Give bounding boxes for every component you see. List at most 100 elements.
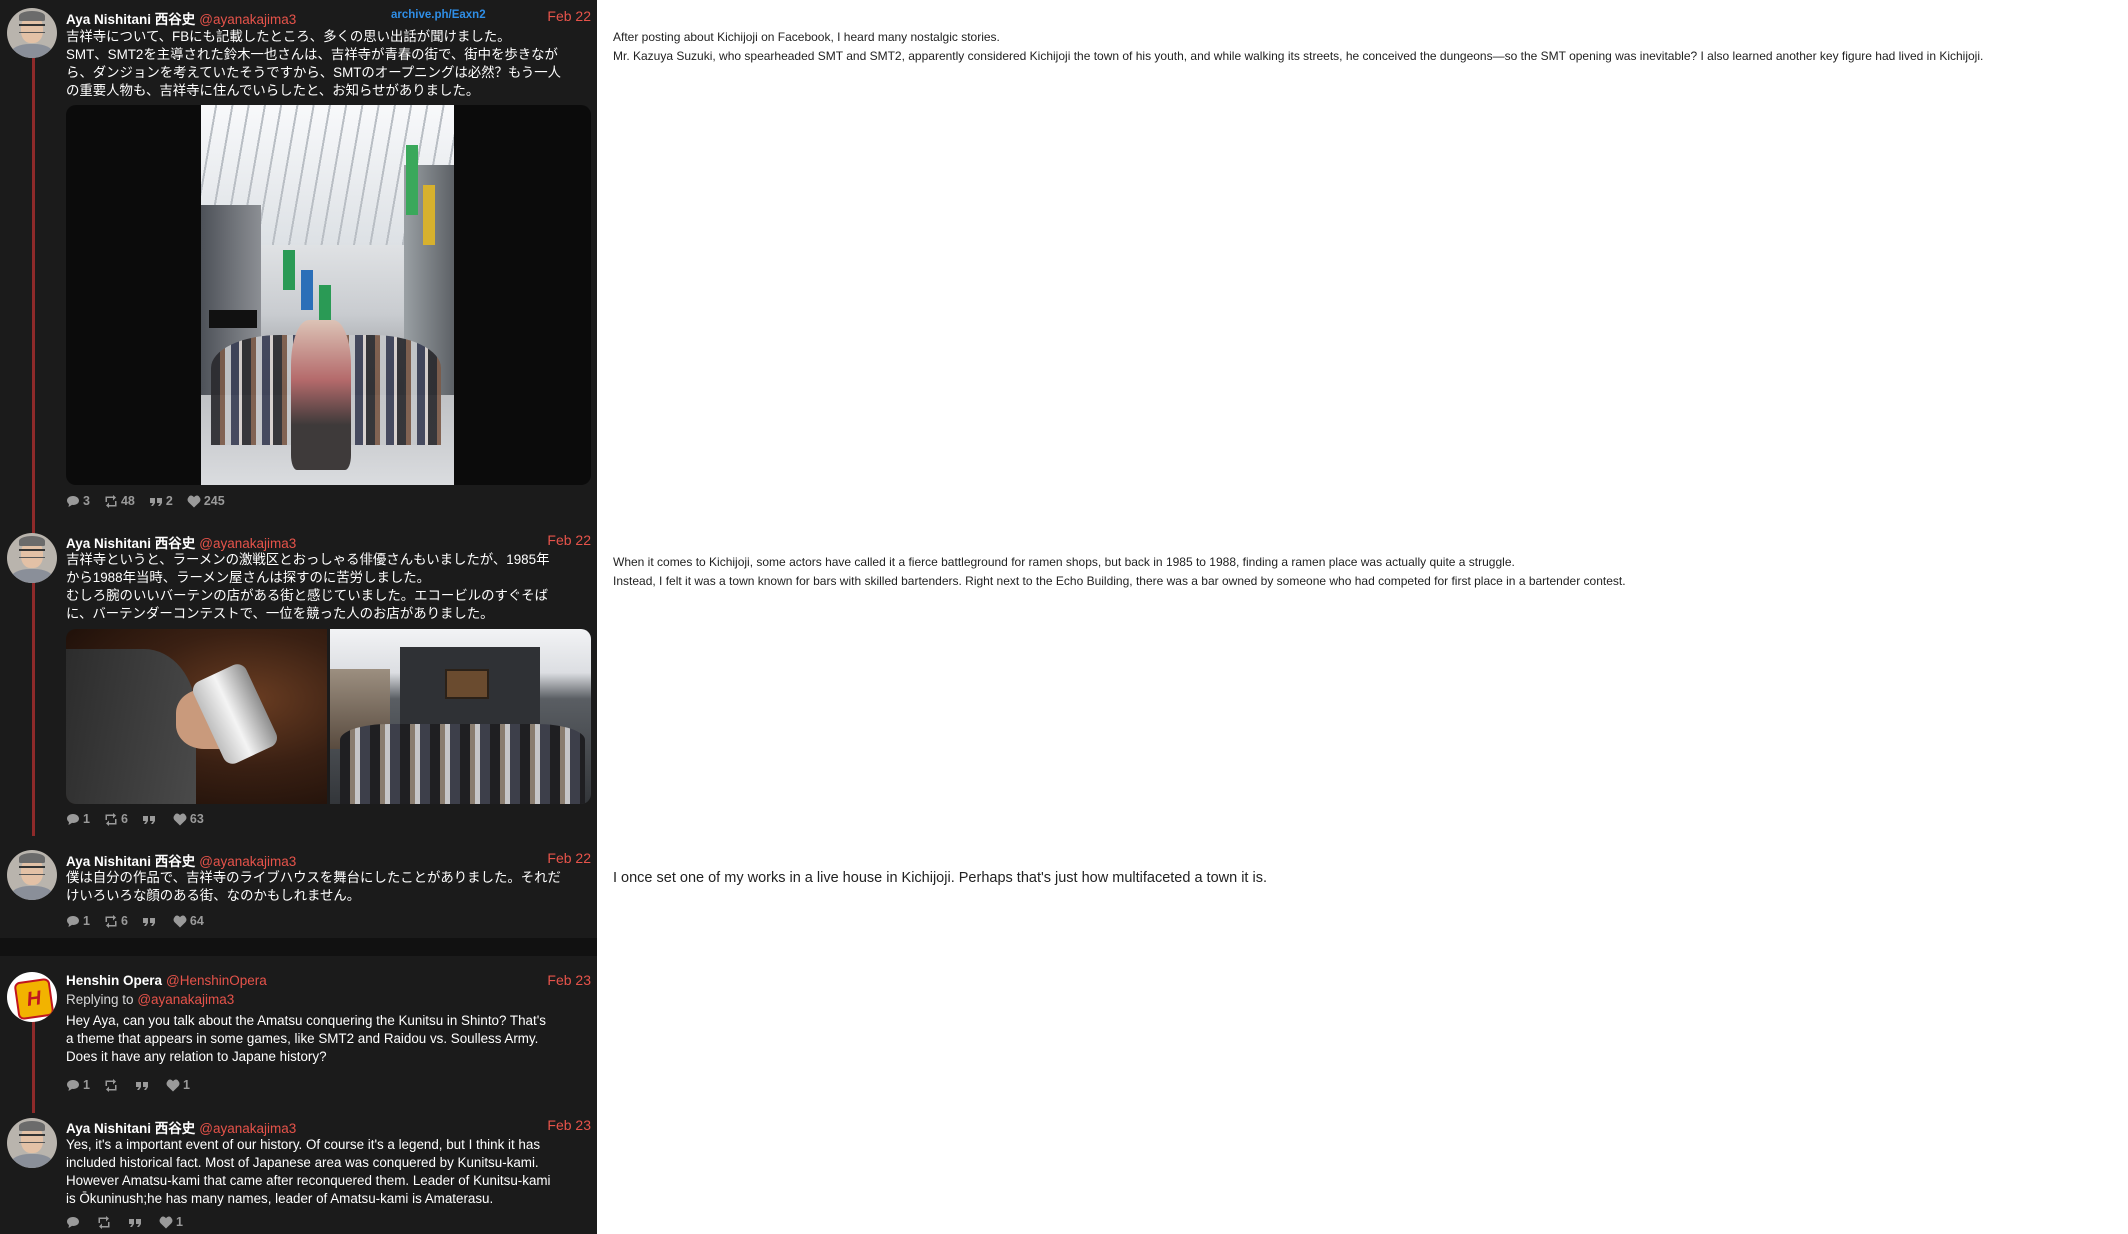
retweet-count: 48	[120, 494, 135, 508]
like-count: 64	[189, 914, 204, 928]
author-name[interactable]: Henshin Opera	[66, 973, 162, 988]
reply-stat[interactable]: 3	[66, 494, 90, 508]
quote-icon	[149, 497, 162, 506]
retweet-icon	[98, 1215, 110, 1229]
tweet[interactable]: Aya Nishitani 西谷史 @ayanakajima3 archive.p…	[0, 0, 597, 520]
avatar[interactable]	[7, 850, 57, 900]
thread-separator	[0, 938, 597, 956]
avatar[interactable]	[7, 533, 57, 583]
henshin-logo-icon: H	[13, 977, 55, 1021]
arcade-photo[interactable]	[201, 105, 454, 485]
like-stat[interactable]: 1	[159, 1215, 183, 1229]
replying-to: Replying to @ayanakajima3	[66, 991, 594, 1009]
quote-icon	[142, 815, 155, 824]
like-stat[interactable]: 1	[166, 1078, 190, 1092]
author-handle[interactable]: @ayanakajima3	[199, 12, 296, 27]
reply-count: 1	[83, 914, 90, 928]
reply-stat[interactable]: 1	[66, 914, 90, 928]
reply-handle[interactable]: @ayanakajima3	[137, 992, 234, 1007]
reply-stat[interactable]: 1	[66, 812, 90, 826]
retweet-count: 6	[120, 812, 128, 826]
archive-link[interactable]: archive.ph/Eaxn2	[391, 9, 486, 21]
shop-street-photo[interactable]	[330, 629, 591, 804]
tweet[interactable]: Aya Nishitani 西谷史 @ayanakajima3 Feb 23 Ye…	[0, 1110, 597, 1234]
translation-block: I once set one of my works in a live hou…	[613, 869, 2113, 888]
tweet[interactable]: Aya Nishitani 西谷史 @ayanakajima3 Feb 22 吉祥…	[0, 525, 597, 835]
author-handle[interactable]: @ayanakajima3	[199, 854, 296, 869]
retweet-icon	[105, 914, 117, 928]
translation-line: Instead, I felt it was a town known for …	[613, 574, 1626, 588]
tweet-stats: 3 48 2 245	[66, 493, 225, 509]
tweet-text-line: However Amatsu-kami that came after reco…	[66, 1173, 551, 1188]
quote-stat[interactable]: 2	[149, 494, 173, 508]
tweet-text-line: 僕は自分の作品で、吉祥寺のライブハウスを舞台にしたことがありました。それだ	[66, 870, 561, 885]
tweet-media[interactable]	[66, 629, 591, 804]
author-name[interactable]: Aya Nishitani 西谷史	[66, 1121, 195, 1136]
translation-line: When it comes to Kichijoji, some actors …	[613, 555, 1515, 569]
author-handle[interactable]: @ayanakajima3	[199, 536, 296, 551]
tweet-text-line: Does it have any relation to Japane hist…	[66, 1049, 327, 1064]
reply-prefix: Replying to	[66, 992, 134, 1007]
retweet-stat[interactable]	[97, 1215, 114, 1229]
tweet-media[interactable]	[66, 105, 591, 485]
tweet-date[interactable]: Feb 23	[547, 1117, 591, 1133]
avatar[interactable]	[7, 1118, 57, 1168]
tweet-text-line: included historical fact. Most of Japane…	[66, 1155, 539, 1170]
tweet-text: 吉祥寺というと、ラーメンの激戦区とおっしゃる俳優さんもいましたが、1985年 か…	[66, 551, 594, 623]
retweet-stat[interactable]: 6	[104, 812, 128, 826]
avatar[interactable]	[7, 8, 57, 58]
tweet-text-line: is Ōkuninush;he has many names, leader o…	[66, 1191, 494, 1206]
heart-icon	[173, 813, 187, 825]
reply-count: 3	[83, 494, 90, 508]
like-count: 245	[203, 494, 225, 508]
like-count: 1	[182, 1078, 190, 1092]
tweet-text-line: の重要人物も、吉祥寺に住んでいらしたと、お知らせがありました。	[66, 83, 480, 98]
tweet-text: Yes, it's a important event of our histo…	[66, 1136, 594, 1208]
tweet[interactable]: H Henshin Opera @HenshinOpera Feb 23 Repl…	[0, 962, 597, 1092]
reply-count: 1	[83, 1078, 90, 1092]
retweet-stat[interactable]	[104, 1078, 121, 1092]
reply-stat[interactable]: 1	[66, 1078, 90, 1092]
author-handle[interactable]: @HenshinOpera	[166, 973, 267, 988]
tweet-text: Replying to @ayanakajima3 Hey Aya, can y…	[66, 991, 594, 1066]
retweet-stat[interactable]: 48	[104, 494, 135, 508]
retweet-count: 6	[120, 914, 128, 928]
quote-stat[interactable]	[142, 915, 159, 928]
heart-icon	[166, 1079, 180, 1091]
like-count: 63	[189, 812, 204, 826]
comment-icon	[67, 1079, 79, 1091]
tweet[interactable]: Aya Nishitani 西谷史 @ayanakajima3 Feb 22 僕は…	[0, 842, 597, 934]
tweet-text-line: SMT、SMT2を主導された鈴木一也さんは、吉祥寺が青春の街で、街中を歩きなが	[66, 47, 558, 62]
author-name[interactable]: Aya Nishitani 西谷史	[66, 12, 195, 27]
quote-stat[interactable]	[128, 1216, 145, 1229]
retweet-stat[interactable]: 6	[104, 914, 128, 928]
tweet-date[interactable]: Feb 23	[547, 972, 591, 988]
heart-icon	[173, 915, 187, 927]
tweet-date[interactable]: Feb 22	[547, 8, 591, 24]
tweet-date[interactable]: Feb 22	[547, 532, 591, 548]
tweet-text-line: に、バーテンダーコンテストで、一位を競った人のお店がありました。	[66, 606, 494, 621]
retweet-icon	[105, 1078, 117, 1092]
like-stat[interactable]: 245	[187, 494, 225, 508]
quote-stat[interactable]	[135, 1079, 152, 1092]
quote-count: 2	[165, 494, 173, 508]
like-count: 1	[176, 1215, 183, 1229]
tweet-stats: 1 6 63	[66, 811, 204, 827]
author-name[interactable]: Aya Nishitani 西谷史	[66, 854, 195, 869]
tweet-date[interactable]: Feb 22	[547, 850, 591, 866]
author-name[interactable]: Aya Nishitani 西谷史	[66, 536, 195, 551]
like-stat[interactable]: 63	[173, 812, 204, 826]
avatar[interactable]: H	[7, 972, 57, 1022]
comment-icon	[67, 495, 79, 507]
author-handle[interactable]: @ayanakajima3	[199, 1121, 296, 1136]
comment-icon	[67, 813, 79, 825]
bartender-photo[interactable]	[66, 629, 327, 804]
translation-line: Mr. Kazuya Suzuki, who spearheaded SMT a…	[613, 49, 1984, 63]
retweet-icon	[105, 812, 117, 826]
tweet-stats: 1	[66, 1214, 183, 1230]
reply-stat[interactable]	[66, 1216, 83, 1229]
like-stat[interactable]: 64	[173, 914, 204, 928]
tweet-text-line: けいろいろな顔のある街、なのかもしれません。	[66, 888, 361, 903]
heart-icon	[187, 495, 201, 507]
quote-stat[interactable]	[142, 813, 159, 826]
